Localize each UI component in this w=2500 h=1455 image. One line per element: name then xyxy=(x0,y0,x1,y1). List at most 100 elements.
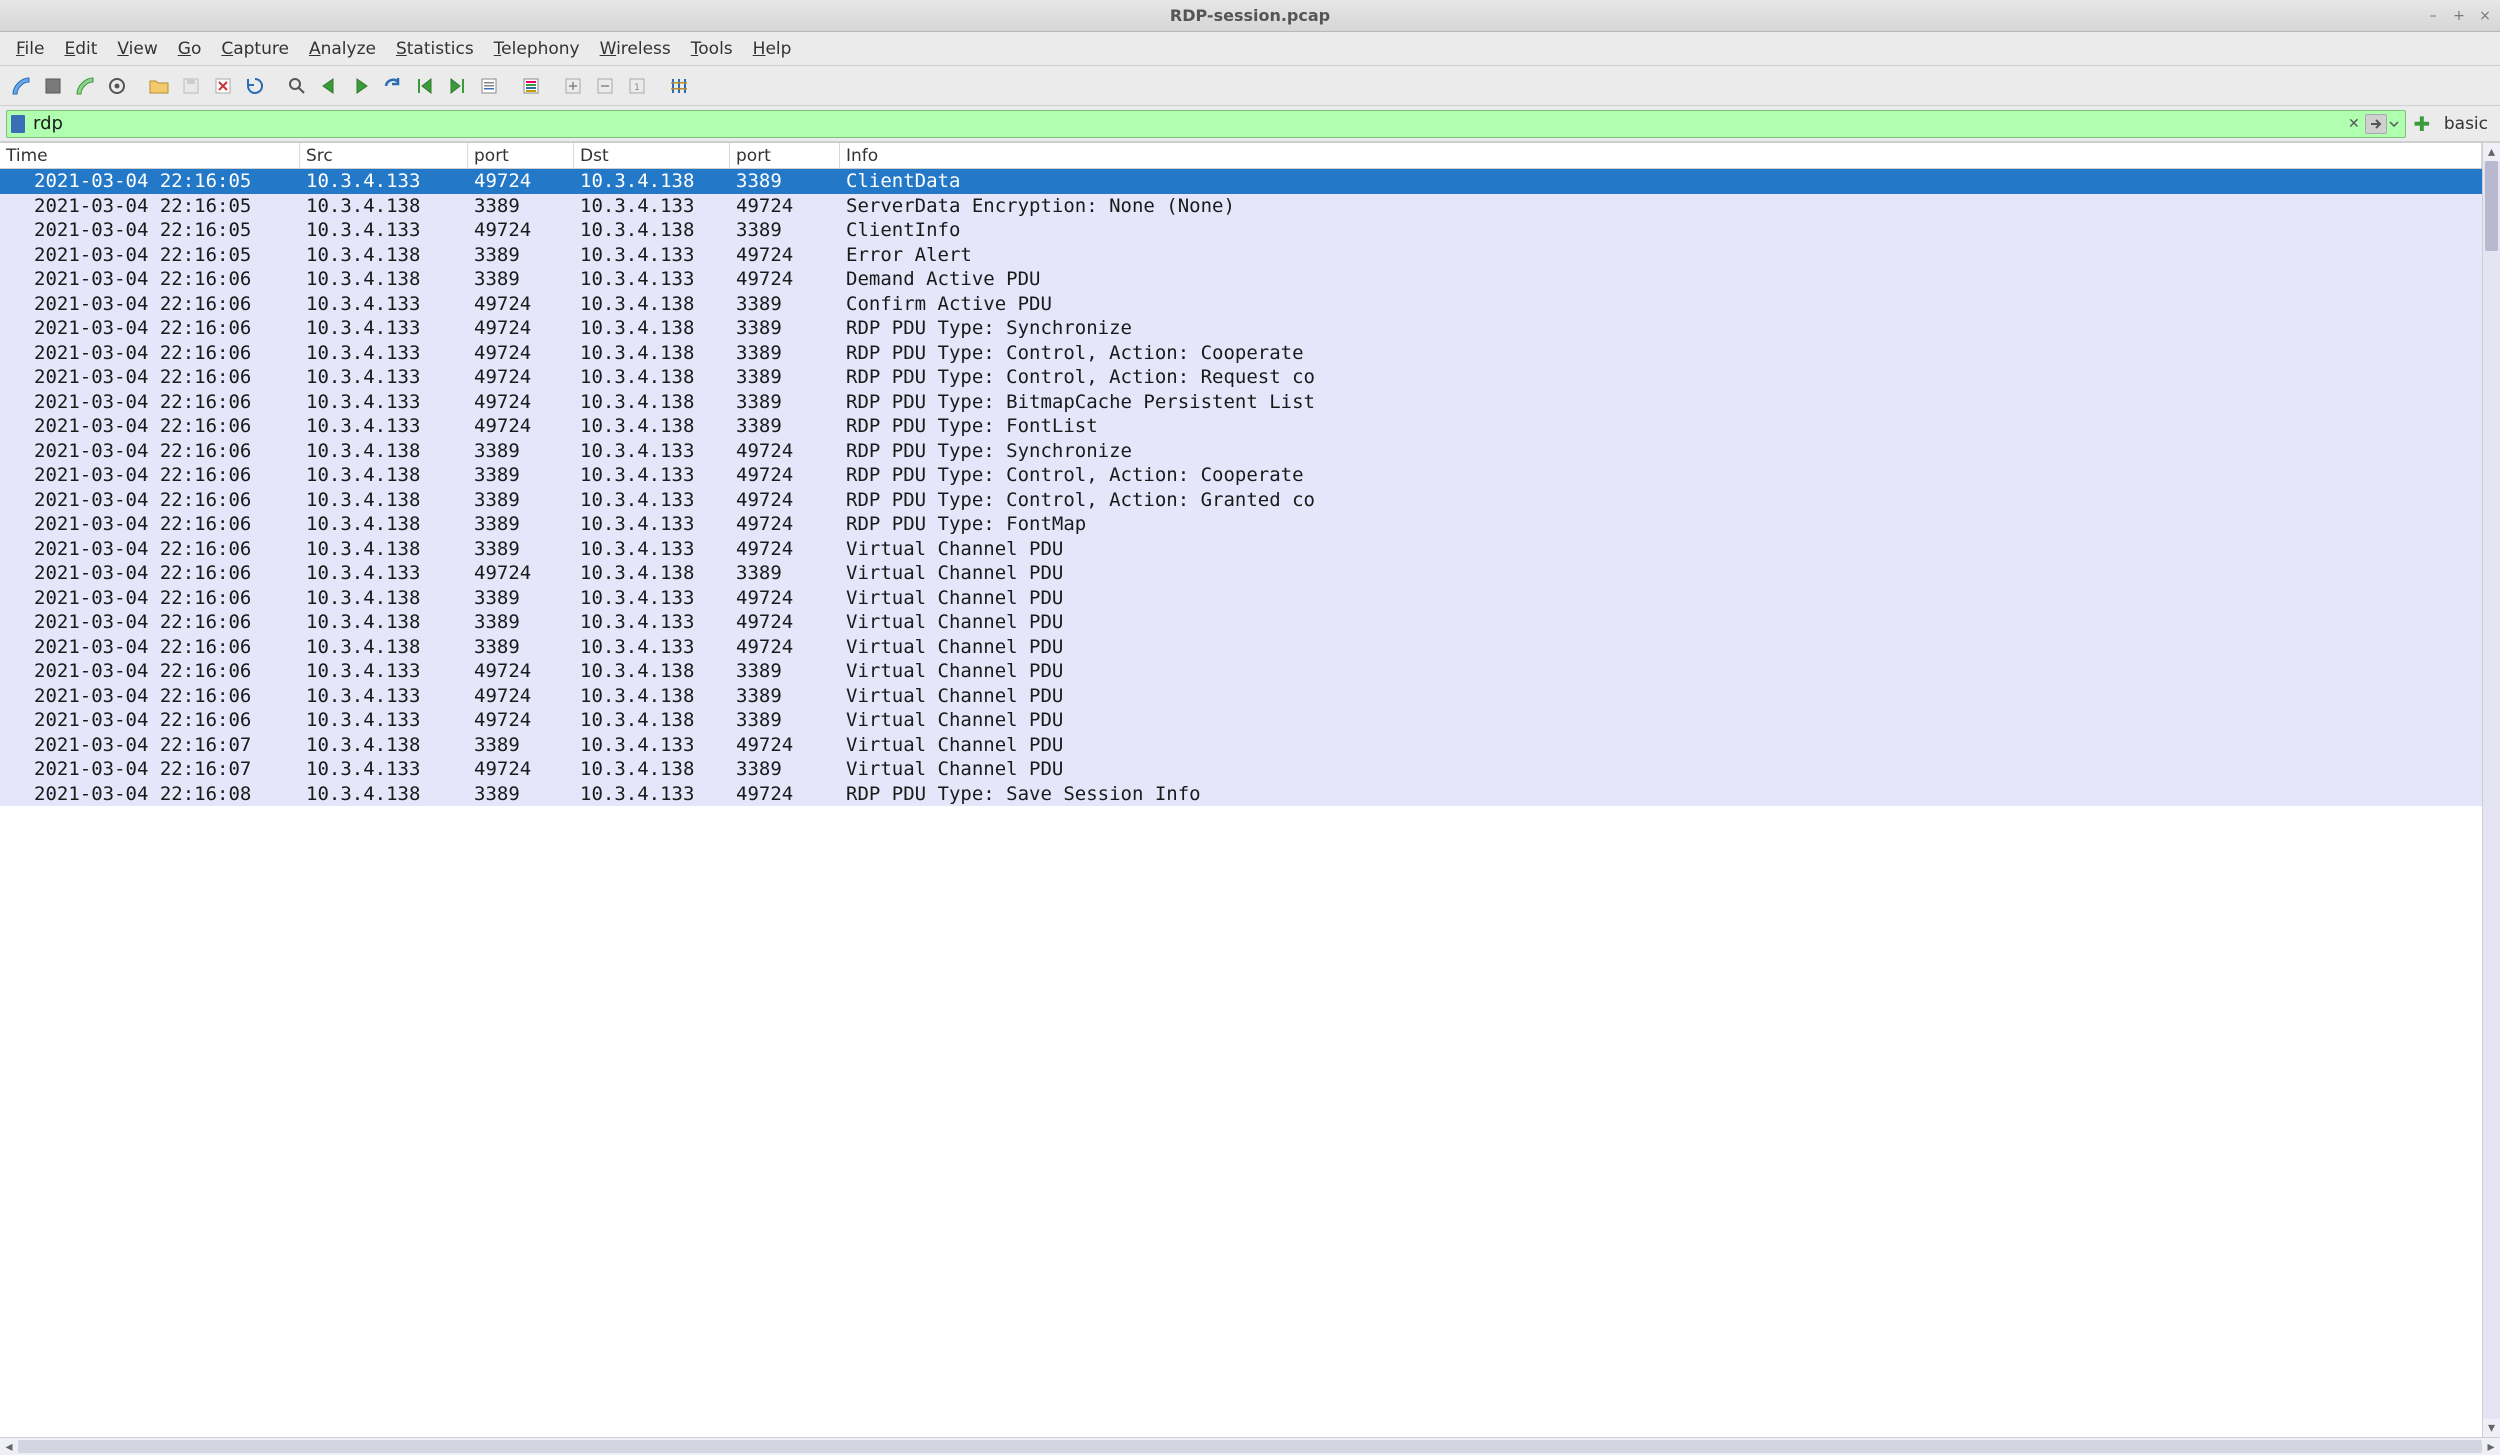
column-header-time[interactable]: Time xyxy=(0,143,300,168)
cell-time: 2021-03-04 22:16:06 xyxy=(0,390,300,415)
packet-row[interactable]: 2021-03-04 22:16:0610.3.4.1334972410.3.4… xyxy=(0,684,2482,709)
scroll-up-icon[interactable]: ▴ xyxy=(2483,143,2500,161)
maximize-button[interactable]: + xyxy=(2450,8,2468,24)
open-file-icon[interactable] xyxy=(144,71,174,101)
packet-row[interactable]: 2021-03-04 22:16:0610.3.4.1334972410.3.4… xyxy=(0,390,2482,415)
cell-src: 10.3.4.133 xyxy=(300,757,468,782)
minimize-button[interactable]: – xyxy=(2424,8,2442,24)
display-filter-input[interactable] xyxy=(31,112,2343,135)
menu-tools[interactable]: Tools xyxy=(681,35,743,63)
scroll-thumb[interactable] xyxy=(2485,161,2498,251)
column-header-dst[interactable]: Dst xyxy=(574,143,730,168)
menu-statistics[interactable]: Statistics xyxy=(386,35,484,63)
cell-info: RDP PDU Type: Synchronize xyxy=(840,439,2482,464)
scroll-track[interactable] xyxy=(2483,161,2500,1419)
packet-row[interactable]: 2021-03-04 22:16:0610.3.4.138338910.3.4.… xyxy=(0,463,2482,488)
horizontal-scrollbar[interactable]: ◂ ▸ xyxy=(0,1437,2500,1455)
close-button[interactable]: × xyxy=(2476,8,2494,24)
packet-row[interactable]: 2021-03-04 22:16:0610.3.4.1334972410.3.4… xyxy=(0,414,2482,439)
clear-filter-icon[interactable]: ✕ xyxy=(2343,114,2365,134)
column-header-sport[interactable]: port xyxy=(468,143,574,168)
menu-view[interactable]: View xyxy=(107,35,167,63)
packet-row[interactable]: 2021-03-04 22:16:0510.3.4.1334972410.3.4… xyxy=(0,218,2482,243)
resize-columns-icon[interactable] xyxy=(664,71,694,101)
scroll-down-icon[interactable]: ▾ xyxy=(2483,1419,2500,1437)
restart-capture-icon[interactable] xyxy=(70,71,100,101)
colorize-packets-icon[interactable] xyxy=(516,71,546,101)
cell-info: RDP PDU Type: BitmapCache Persistent Lis… xyxy=(840,390,2482,415)
packet-row[interactable]: 2021-03-04 22:16:0510.3.4.138338910.3.4.… xyxy=(0,194,2482,219)
cell-info: Virtual Channel PDU xyxy=(840,586,2482,611)
packet-row[interactable]: 2021-03-04 22:16:0610.3.4.1334972410.3.4… xyxy=(0,561,2482,586)
scroll-right-icon[interactable]: ▸ xyxy=(2482,1439,2500,1455)
packet-row[interactable]: 2021-03-04 22:16:0610.3.4.138338910.3.4.… xyxy=(0,537,2482,562)
menu-telephony[interactable]: Telephony xyxy=(484,35,590,63)
zoom-in-icon[interactable] xyxy=(558,71,588,101)
packet-row[interactable]: 2021-03-04 22:16:0610.3.4.1334972410.3.4… xyxy=(0,365,2482,390)
scroll-thumb-h[interactable] xyxy=(18,1440,2482,1453)
packet-row[interactable]: 2021-03-04 22:16:0510.3.4.1334972410.3.4… xyxy=(0,169,2482,194)
packet-row[interactable]: 2021-03-04 22:16:0610.3.4.138338910.3.4.… xyxy=(0,586,2482,611)
column-header-info[interactable]: Info xyxy=(840,143,2482,168)
cell-dst: 10.3.4.138 xyxy=(574,365,730,390)
zoom-reset-icon[interactable]: 1 xyxy=(622,71,652,101)
cell-dst: 10.3.4.138 xyxy=(574,390,730,415)
packet-row[interactable]: 2021-03-04 22:16:0610.3.4.1334972410.3.4… xyxy=(0,659,2482,684)
packet-row[interactable]: 2021-03-04 22:16:0610.3.4.1334972410.3.4… xyxy=(0,292,2482,317)
cell-sport: 49724 xyxy=(468,684,574,709)
menu-file[interactable]: File xyxy=(6,35,54,63)
packet-row[interactable]: 2021-03-04 22:16:0610.3.4.1334972410.3.4… xyxy=(0,341,2482,366)
go-first-packet-icon[interactable] xyxy=(410,71,440,101)
column-header-dport[interactable]: port xyxy=(730,143,840,168)
cell-dport: 49724 xyxy=(730,586,840,611)
cell-time: 2021-03-04 22:16:05 xyxy=(0,218,300,243)
cell-time: 2021-03-04 22:16:06 xyxy=(0,708,300,733)
packet-row[interactable]: 2021-03-04 22:16:0610.3.4.1334972410.3.4… xyxy=(0,316,2482,341)
zoom-out-icon[interactable] xyxy=(590,71,620,101)
menu-wireless[interactable]: Wireless xyxy=(590,35,681,63)
packet-row[interactable]: 2021-03-04 22:16:0510.3.4.138338910.3.4.… xyxy=(0,243,2482,268)
apply-filter-icon[interactable] xyxy=(2365,114,2387,134)
packet-row[interactable]: 2021-03-04 22:16:0610.3.4.138338910.3.4.… xyxy=(0,512,2482,537)
cell-dst: 10.3.4.138 xyxy=(574,561,730,586)
packet-row[interactable]: 2021-03-04 22:16:0610.3.4.138338910.3.4.… xyxy=(0,610,2482,635)
display-filter-field[interactable]: ✕ xyxy=(6,110,2406,138)
reload-file-icon[interactable] xyxy=(240,71,270,101)
packet-row[interactable]: 2021-03-04 22:16:0810.3.4.138338910.3.4.… xyxy=(0,782,2482,807)
menu-capture[interactable]: Capture xyxy=(211,35,299,63)
cell-sport: 49724 xyxy=(468,218,574,243)
find-packet-icon[interactable] xyxy=(282,71,312,101)
menu-analyze[interactable]: Analyze xyxy=(299,35,386,63)
vertical-scrollbar[interactable]: ▴ ▾ xyxy=(2482,143,2500,1437)
scroll-left-icon[interactable]: ◂ xyxy=(0,1439,18,1455)
save-file-icon[interactable] xyxy=(176,71,206,101)
packet-row[interactable]: 2021-03-04 22:16:0610.3.4.138338910.3.4.… xyxy=(0,488,2482,513)
start-capture-icon[interactable] xyxy=(6,71,36,101)
column-header-src[interactable]: Src xyxy=(300,143,468,168)
packet-row[interactable]: 2021-03-04 22:16:0610.3.4.138338910.3.4.… xyxy=(0,635,2482,660)
menu-help[interactable]: Help xyxy=(743,35,802,63)
packet-row[interactable]: 2021-03-04 22:16:0610.3.4.1334972410.3.4… xyxy=(0,708,2482,733)
stop-capture-icon[interactable] xyxy=(38,71,68,101)
packet-row[interactable]: 2021-03-04 22:16:0610.3.4.138338910.3.4.… xyxy=(0,439,2482,464)
close-file-icon[interactable] xyxy=(208,71,238,101)
cell-sport: 49724 xyxy=(468,316,574,341)
autoscroll-icon[interactable] xyxy=(474,71,504,101)
cell-info: RDP PDU Type: Control, Action: Cooperate xyxy=(840,463,2482,488)
filter-basic-label[interactable]: basic xyxy=(2438,114,2494,134)
go-forward-icon[interactable] xyxy=(346,71,376,101)
goto-packet-icon[interactable] xyxy=(378,71,408,101)
packet-row[interactable]: 2021-03-04 22:16:0710.3.4.138338910.3.4.… xyxy=(0,733,2482,758)
capture-options-icon[interactable] xyxy=(102,71,132,101)
add-filter-button-icon[interactable]: ✚ xyxy=(2412,114,2432,134)
filter-history-dropdown-icon[interactable] xyxy=(2387,119,2401,129)
scroll-track-h[interactable] xyxy=(18,1438,2482,1455)
bookmark-icon[interactable] xyxy=(11,115,25,133)
go-last-packet-icon[interactable] xyxy=(442,71,472,101)
menu-edit[interactable]: Edit xyxy=(54,35,107,63)
menu-go[interactable]: Go xyxy=(168,35,212,63)
cell-sport: 49724 xyxy=(468,292,574,317)
go-back-icon[interactable] xyxy=(314,71,344,101)
packet-row[interactable]: 2021-03-04 22:16:0710.3.4.1334972410.3.4… xyxy=(0,757,2482,782)
packet-row[interactable]: 2021-03-04 22:16:0610.3.4.138338910.3.4.… xyxy=(0,267,2482,292)
